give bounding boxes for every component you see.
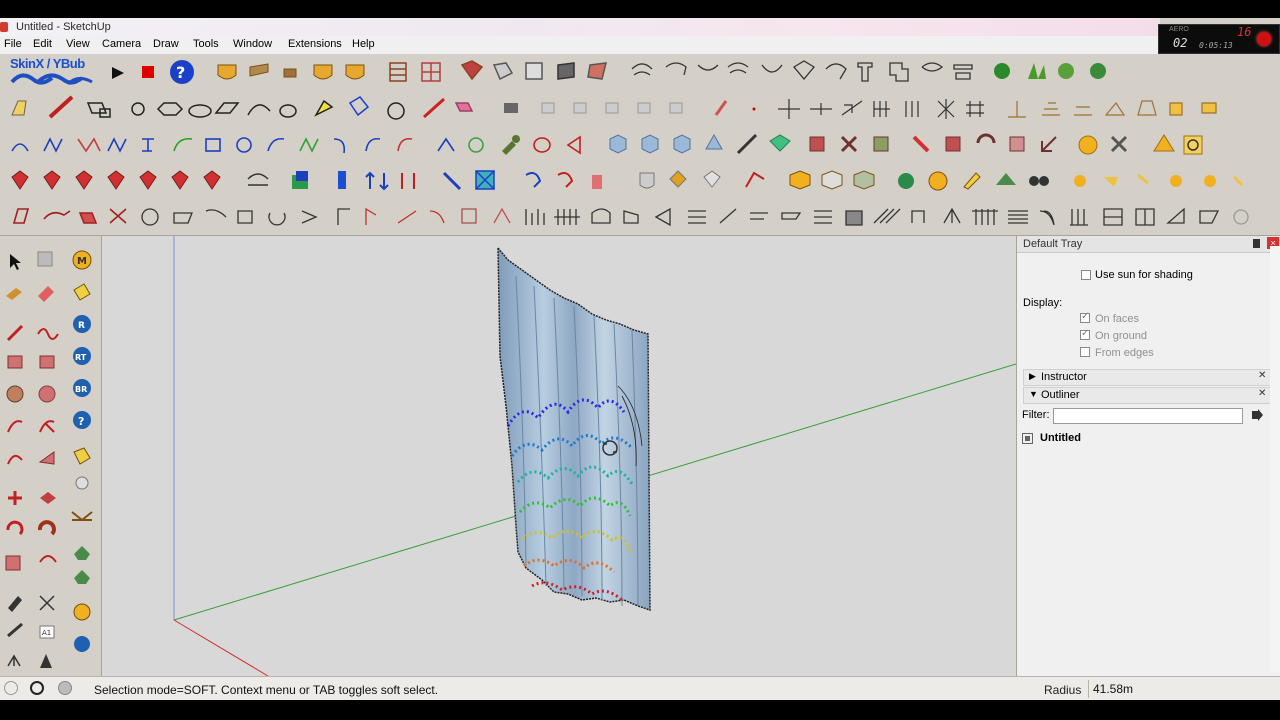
recorder-time-sub: 0:05:13 (1199, 41, 1233, 50)
on-ground-label: On ground (1095, 330, 1147, 342)
pin-icon[interactable] (1253, 239, 1260, 248)
toolbar-row-4-icons[interactable] (4, 163, 1272, 197)
instructor-close-icon[interactable]: ✕ (1258, 370, 1266, 381)
svg-text:RT: RT (75, 353, 87, 362)
menu-help[interactable]: Help (352, 38, 375, 50)
default-tray: Default Tray × Use sun for shading Displ… (1016, 236, 1280, 676)
instructor-section[interactable]: ▶ Instructor ✕ (1023, 369, 1271, 386)
status-message: Selection mode=SOFT. Context menu or TAB… (94, 683, 439, 697)
curtain-mesh (497, 245, 651, 612)
instructor-label: Instructor (1041, 371, 1087, 383)
user-icon[interactable] (58, 681, 72, 695)
tray-header: Default Tray × (1017, 236, 1280, 253)
left-toolbar: M R RT BR ? A1 (0, 236, 102, 676)
screen-top-bar (0, 0, 1280, 18)
menu-camera[interactable]: Camera (102, 38, 141, 50)
menu-view[interactable]: View (66, 38, 90, 50)
model-scene (173, 236, 1016, 676)
menu-draw[interactable]: Draw (153, 38, 179, 50)
menu-window[interactable]: Window (233, 38, 272, 50)
tray-title: Default Tray (1023, 238, 1083, 250)
toolbar-area: SkinX / YBub ? (0, 54, 1280, 236)
status-bar: Selection mode=SOFT. Context menu or TAB… (0, 676, 1280, 700)
outliner-model-item[interactable]: Untitled (1040, 432, 1081, 444)
toolbar-row-2-icons[interactable] (4, 91, 1272, 125)
toolbar-row-1: SkinX / YBub ? (4, 55, 1276, 89)
axis-red (173, 619, 269, 676)
left-toolbar-icons[interactable]: M R RT BR ? A1 (0, 236, 102, 676)
svg-text:?: ? (78, 415, 84, 428)
menu-edit[interactable]: Edit (33, 38, 52, 50)
use-sun-label: Use sun for shading (1095, 269, 1193, 281)
geo-location-icon[interactable] (4, 681, 18, 695)
use-sun-checkbox[interactable] (1081, 270, 1091, 280)
model-viewport[interactable] (102, 236, 1016, 676)
recorder-fps: 16 (1237, 25, 1252, 39)
toolbar-row-5 (4, 199, 1276, 233)
from-edges-checkbox[interactable] (1080, 347, 1090, 357)
expand-right-icon: ▶ (1029, 371, 1036, 381)
recorder-time-main: 02 (1173, 36, 1188, 50)
filter-label: Filter: (1022, 409, 1050, 421)
record-icon[interactable] (1257, 32, 1271, 46)
svg-text:A1: A1 (42, 629, 51, 637)
from-edges-label: From edges (1095, 347, 1154, 359)
sketchup-app-icon (0, 22, 8, 32)
display-label: Display: (1023, 297, 1063, 309)
outliner-close-icon[interactable]: ✕ (1258, 388, 1266, 399)
menu-file[interactable]: File (4, 38, 22, 50)
toolbar-row-4 (4, 163, 1276, 197)
measurement-label: Radius (1044, 683, 1082, 697)
on-faces-label: On faces (1095, 313, 1140, 325)
recorder-brand: AERO (1169, 26, 1189, 33)
expand-down-icon: ▼ (1029, 389, 1038, 399)
toolbar-row-3-icons[interactable] (4, 127, 1272, 161)
outliner-filter-input[interactable] (1053, 408, 1243, 424)
svg-text:?: ? (176, 63, 185, 82)
window-title: Untitled - SketchUp (16, 21, 111, 33)
svg-text:BR: BR (75, 385, 87, 394)
credits-icon[interactable] (30, 681, 44, 695)
toolbar-row-1-icons[interactable]: ? (4, 55, 1272, 89)
screen-bottom-bar (0, 700, 1280, 720)
outliner-label: Outliner (1041, 389, 1080, 401)
outliner-section[interactable]: ▼ Outliner ✕ (1023, 387, 1271, 404)
title-bar: Untitled - SketchUp (0, 18, 1160, 36)
menu-bar: File Edit View Camera Draw Tools Window … (0, 36, 1158, 54)
measurement-value[interactable]: 41.58m (1088, 680, 1238, 698)
model-icon (1022, 433, 1033, 444)
menu-extensions[interactable]: Extensions (288, 38, 342, 50)
toolbar-row-5-icons[interactable] (4, 199, 1272, 233)
on-faces-checkbox[interactable] (1080, 311, 1090, 323)
tray-scrollbar[interactable] (1270, 246, 1280, 672)
menu-tools[interactable]: Tools (193, 38, 219, 50)
svg-text:M: M (77, 256, 87, 267)
toolbar-row-3 (4, 127, 1276, 161)
recorder-overlay: AERO 02 0:05:13 16 (1158, 24, 1280, 54)
on-ground-checkbox[interactable] (1080, 328, 1090, 340)
filter-go-icon[interactable] (1251, 409, 1263, 421)
toolbar-row-2 (4, 91, 1276, 125)
svg-text:R: R (78, 321, 85, 331)
